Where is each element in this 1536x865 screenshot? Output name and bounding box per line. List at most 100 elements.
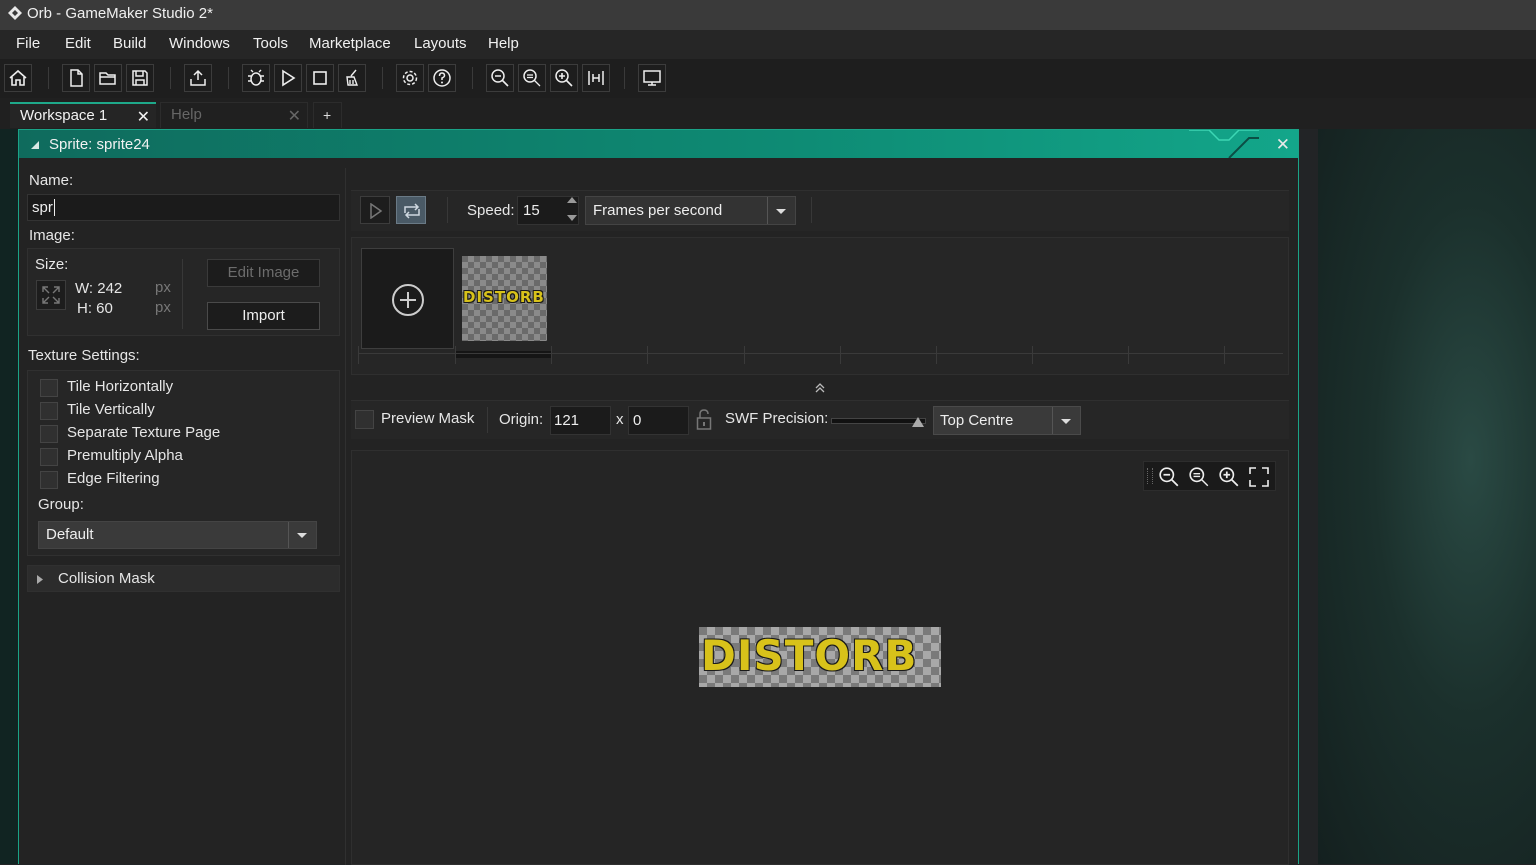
import-button[interactable]: Import [207,302,320,330]
zoom-in-button[interactable] [550,64,578,92]
resize-icon [42,286,60,304]
play-icon [370,203,383,219]
tile-horizontally-label: Tile Horizontally [67,378,174,395]
sprite-name-input[interactable]: spr [27,194,340,221]
tab-workspace-1[interactable]: Workspace 1 ✕ [10,102,156,128]
tile-vertically-checkbox[interactable] [40,402,58,420]
menu-marketplace[interactable]: Marketplace [309,35,391,52]
menu-help[interactable]: Help [488,35,519,52]
slider-handle[interactable] [912,417,924,427]
toolbar [0,59,1536,99]
premultiply-alpha-checkbox[interactable] [40,448,58,466]
origin-x-input[interactable]: 121 [550,406,611,435]
frames-panel: DISTORB [351,237,1289,375]
resize-button[interactable] [36,280,66,310]
image-label: Image: [29,227,75,244]
menu-file[interactable]: File [16,35,40,52]
speed-value: 15 [523,202,540,219]
zoom-out-button[interactable] [486,64,514,92]
zoom-reset-button[interactable] [518,64,546,92]
close-icon[interactable]: ✕ [137,107,150,127]
divider [447,197,448,223]
fit-button[interactable] [582,64,610,92]
menu-build[interactable]: Build [113,35,146,52]
height-value: H: 60 [77,300,113,317]
zoom-out-icon[interactable] [1158,466,1180,488]
height-unit: px [155,299,171,316]
menu-edit[interactable]: Edit [65,35,91,52]
add-frame-button[interactable] [361,248,454,349]
group-value: Default [46,526,94,543]
loop-icon [404,203,420,219]
divider [811,197,812,223]
title-bar: Orb - GameMaker Studio 2* [0,0,1536,30]
width-unit: px [155,279,171,296]
separate-texture-page-checkbox[interactable] [40,425,58,443]
play-preview-button[interactable] [360,196,390,224]
gamemaker-logo-icon [8,6,22,20]
stepper-up-icon[interactable] [567,197,577,203]
close-icon[interactable]: ✕ [1276,135,1290,155]
collapse-up-icon[interactable] [815,383,825,393]
add-circle-icon [392,284,424,316]
sprite-image[interactable]: DISTORB [699,627,941,687]
zoom-out-icon [491,69,509,87]
export-icon [190,69,206,86]
tab-help[interactable]: Help ✕ [160,102,308,128]
run-button[interactable] [274,64,302,92]
add-tab-button[interactable]: + [313,102,342,128]
menu-layouts[interactable]: Layouts [414,35,467,52]
name-label: Name: [29,172,74,189]
sprite-canvas[interactable]: DISTORB [351,450,1289,865]
stepper-down-icon[interactable] [567,215,577,221]
menu-windows[interactable]: Windows [169,35,230,52]
window-title: Orb - GameMaker Studio 2* [27,5,213,22]
zoom-in-icon[interactable] [1218,466,1240,488]
help-icon [433,69,451,87]
debug-icon [248,69,264,86]
debug-button[interactable] [242,64,270,92]
game-options-button[interactable] [396,64,424,92]
save-button[interactable] [126,64,154,92]
expand-arrow-icon [37,575,43,584]
sprite-editor-window: Sprite: sprite24 ✕ Name: spr Image: Size… [18,129,1299,865]
tile-horizontally-checkbox[interactable] [40,379,58,397]
zoom-in-icon [555,69,573,87]
collapse-icon[interactable] [31,141,39,149]
zoom-reset-icon[interactable] [1188,466,1210,488]
frame-thumbnail[interactable]: DISTORB [462,256,547,341]
origin-preset-dropdown[interactable]: Top Centre [933,406,1081,435]
premultiply-alpha-label: Premultiply Alpha [67,447,183,464]
clean-button[interactable] [338,64,366,92]
home-button[interactable] [4,64,32,92]
text-caret [53,199,55,216]
group-label: Group: [38,496,84,513]
drag-handle-icon[interactable] [1147,468,1153,484]
group-dropdown[interactable]: Default [38,521,317,549]
close-icon[interactable]: ✕ [288,106,301,126]
separate-texture-page-label: Separate Texture Page [67,424,221,441]
zoom-reset-icon [523,69,541,87]
lock-icon[interactable] [696,409,712,431]
fullscreen-icon[interactable] [1248,466,1270,488]
settings-icon [402,70,418,86]
export-button[interactable] [184,64,212,92]
origin-x-value: 121 [554,412,580,429]
new-project-button[interactable] [62,64,90,92]
loop-button[interactable] [396,196,426,224]
panel-splitter[interactable] [345,168,346,865]
edit-image-button[interactable]: Edit Image [207,259,320,287]
stop-button[interactable] [306,64,334,92]
menu-tools[interactable]: Tools [253,35,288,52]
target-monitor-button[interactable] [638,64,666,92]
preview-mask-checkbox[interactable] [355,410,374,429]
sprite-window-header[interactable]: Sprite: sprite24 ✕ [19,130,1298,158]
origin-y-input[interactable]: 0 [628,406,689,435]
divider [487,407,488,433]
speed-unit-dropdown[interactable]: Frames per second [585,196,796,225]
open-project-button[interactable] [94,64,122,92]
edge-filtering-checkbox[interactable] [40,471,58,489]
divider [767,197,768,224]
collision-mask-section[interactable]: Collision Mask [27,565,340,592]
help-button[interactable] [428,64,456,92]
